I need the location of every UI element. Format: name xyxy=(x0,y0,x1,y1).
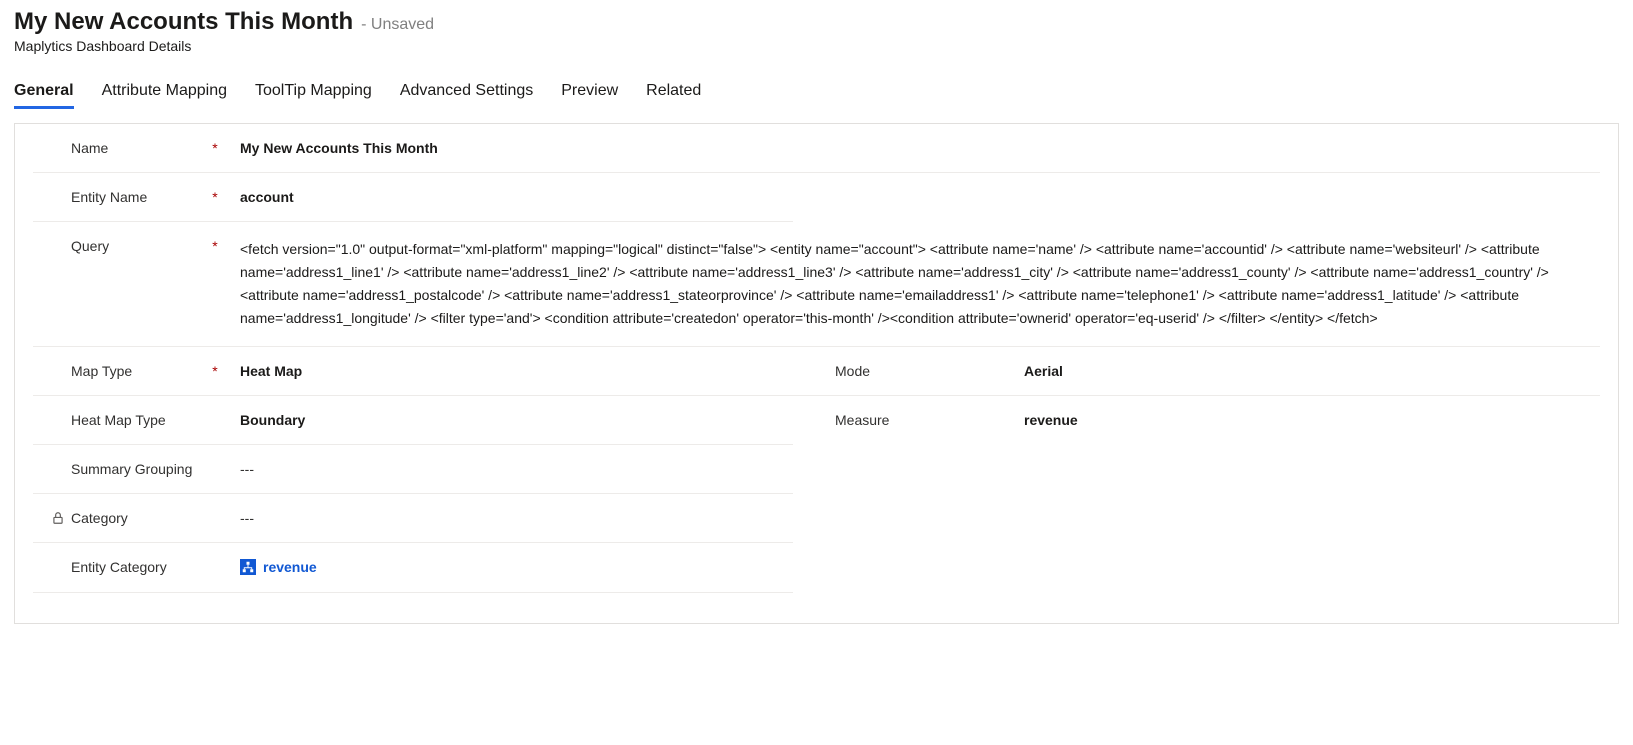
entity-category-label: Entity Category xyxy=(71,559,208,575)
field-row-map-type: Map Type * Heat Map xyxy=(33,347,793,396)
entity-name-label: Entity Name xyxy=(71,189,208,205)
mode-label: Mode xyxy=(835,363,992,379)
field-row-measure: Measure revenue xyxy=(793,396,1600,445)
required-indicator: * xyxy=(208,363,222,379)
map-type-value[interactable]: Heat Map xyxy=(222,363,793,379)
query-label: Query xyxy=(71,238,208,254)
unsaved-indicator: - Unsaved xyxy=(361,16,434,34)
entity-category-tag[interactable]: revenue xyxy=(240,559,317,575)
field-row-category: Category --- xyxy=(33,494,793,543)
tab-general[interactable]: General xyxy=(14,82,74,109)
name-label: Name xyxy=(71,140,208,156)
field-row-name: Name * My New Accounts This Month xyxy=(33,124,1600,173)
page-title: My New Accounts This Month xyxy=(14,8,353,36)
field-row-entity-category: Entity Category revenue xyxy=(33,543,793,593)
required-indicator: * xyxy=(208,189,222,205)
required-indicator: * xyxy=(208,238,222,254)
name-value[interactable]: My New Accounts This Month xyxy=(222,140,1600,156)
tab-preview[interactable]: Preview xyxy=(561,82,618,109)
field-row-mode: Mode Aerial xyxy=(793,347,1600,396)
heat-map-type-value[interactable]: Boundary xyxy=(222,412,793,428)
field-row-entity-name: Entity Name * account xyxy=(33,173,793,222)
tab-tooltip-mapping[interactable]: ToolTip Mapping xyxy=(255,82,372,109)
category-value: --- xyxy=(222,510,793,526)
heat-map-type-label: Heat Map Type xyxy=(71,412,208,428)
required-indicator: * xyxy=(208,140,222,156)
lock-icon xyxy=(51,511,65,525)
mode-value[interactable]: Aerial xyxy=(1006,363,1600,379)
category-label: Category xyxy=(71,510,208,526)
tab-related[interactable]: Related xyxy=(646,82,701,109)
measure-value[interactable]: revenue xyxy=(1006,412,1600,428)
page-subtitle: Maplytics Dashboard Details xyxy=(14,38,1619,54)
tab-advanced-settings[interactable]: Advanced Settings xyxy=(400,82,533,109)
field-row-heat-map-type: Heat Map Type Boundary xyxy=(33,396,793,445)
map-type-label: Map Type xyxy=(71,363,208,379)
query-value[interactable]: <fetch version="1.0" output-format="xml-… xyxy=(222,238,1600,330)
hierarchy-icon xyxy=(240,559,256,575)
entity-name-value[interactable]: account xyxy=(222,189,793,205)
measure-label: Measure xyxy=(835,412,992,428)
summary-grouping-label: Summary Grouping xyxy=(71,461,208,477)
field-row-query: Query * <fetch version="1.0" output-form… xyxy=(33,222,1600,347)
entity-category-value: revenue xyxy=(263,559,317,575)
tab-bar: General Attribute Mapping ToolTip Mappin… xyxy=(14,82,1619,109)
field-row-summary-grouping: Summary Grouping --- xyxy=(33,445,793,494)
tab-attribute-mapping[interactable]: Attribute Mapping xyxy=(102,82,227,109)
summary-grouping-value[interactable]: --- xyxy=(222,461,793,477)
general-panel: Name * My New Accounts This Month Entity… xyxy=(14,123,1619,624)
